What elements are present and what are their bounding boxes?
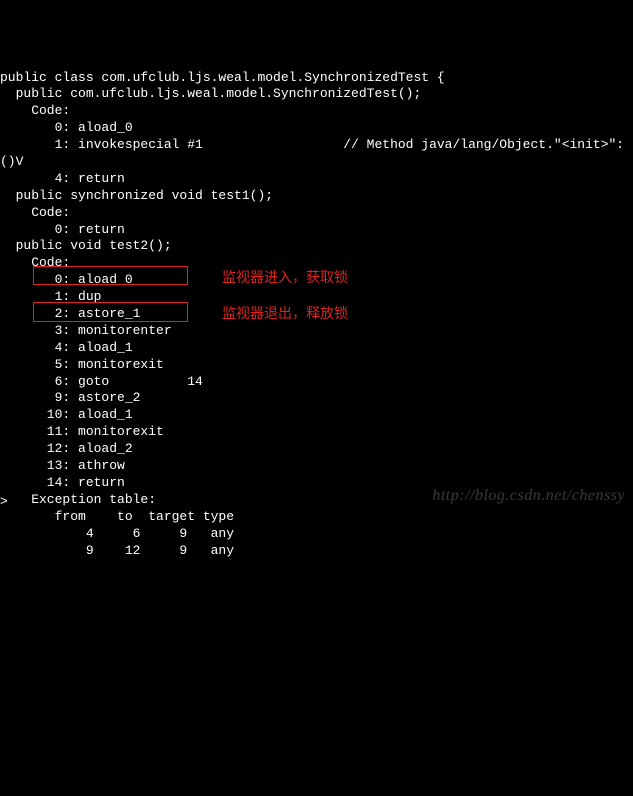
code-line: from to target type bbox=[0, 509, 633, 526]
code-line: 4 6 9 any bbox=[0, 526, 633, 543]
annotation-monitorenter: 监视器进入，获取锁 bbox=[222, 268, 348, 286]
code-line: 14: return bbox=[0, 475, 633, 492]
code-line: ()V bbox=[0, 154, 633, 171]
code-line: public synchronized void test1(); bbox=[0, 188, 633, 205]
code-line: 0: return bbox=[0, 222, 633, 239]
code-line: 4: aload_1 bbox=[0, 340, 633, 357]
code-line: 9 12 9 any bbox=[0, 543, 633, 560]
code-line: 9: astore_2 bbox=[0, 390, 633, 407]
code-line: public com.ufclub.ljs.weal.model.Synchro… bbox=[0, 86, 633, 103]
code-line: Code: bbox=[0, 205, 633, 222]
code-line: 4: return bbox=[0, 171, 633, 188]
code-line: 12: aload_2 bbox=[0, 441, 633, 458]
code-line: 5: monitorexit bbox=[0, 357, 633, 374]
code-line: 1: invokespecial #1 // Method java/lang/… bbox=[0, 137, 633, 154]
code-line: 10: aload_1 bbox=[0, 407, 633, 424]
code-line: 11: monitorexit bbox=[0, 424, 633, 441]
code-line: Exception table: bbox=[0, 492, 633, 509]
shell-prompt: > bbox=[0, 494, 8, 511]
code-line: public void test2(); bbox=[0, 238, 633, 255]
code-line: Code: bbox=[0, 103, 633, 120]
annotation-monitorexit: 监视器退出，释放锁 bbox=[222, 304, 348, 322]
code-line: 3: monitorenter bbox=[0, 323, 633, 340]
code-line: 6: goto 14 bbox=[0, 374, 633, 391]
code-line: public class com.ufclub.ljs.weal.model.S… bbox=[0, 70, 633, 87]
code-line: 0: aload_0 bbox=[0, 120, 633, 137]
code-line: 13: athrow bbox=[0, 458, 633, 475]
